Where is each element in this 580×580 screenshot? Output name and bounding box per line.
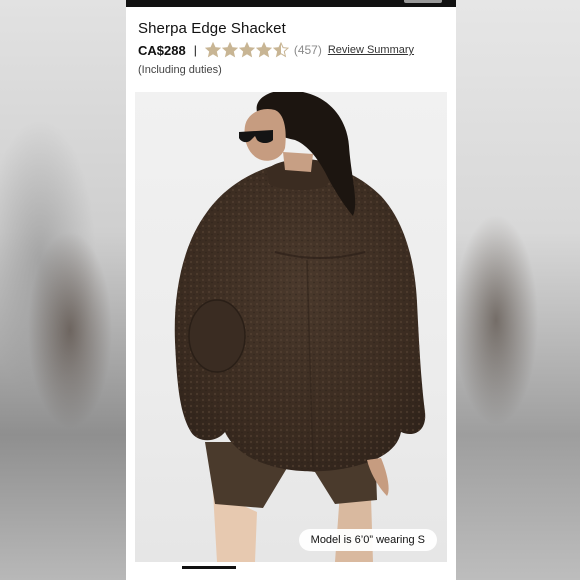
review-count[interactable]: (457) [294,43,322,57]
product-price: CA$288 [138,42,186,58]
price-row: CA$288 | (457) Review Summary [138,41,414,59]
review-summary-link[interactable]: Review Summary [328,44,414,56]
elbow-patch [188,299,246,373]
product-photo[interactable]: Model is 6’0” wearing S [135,92,447,562]
star-icon [204,42,221,58]
model-illustration [174,92,426,562]
price-separator: | [193,43,197,57]
duties-note: (Including duties) [138,64,222,76]
carousel-bar [126,566,456,580]
star-half-icon [272,42,289,58]
star-icon [238,42,255,58]
blurred-backdrop-left [0,0,126,580]
product-title: Sherpa Edge Shacket [138,20,286,37]
blurred-backdrop-right [456,0,580,580]
model-size-badge: Model is 6’0” wearing S [298,529,437,551]
phone-screen: Sherpa Edge Shacket CA$288 | (457) Revie… [126,0,456,580]
carousel-indicator[interactable] [182,566,236,569]
rating-stars[interactable] [204,42,290,58]
status-indicator [404,0,442,3]
status-bar [126,0,456,7]
star-icon [221,42,238,58]
star-icon [255,42,272,58]
